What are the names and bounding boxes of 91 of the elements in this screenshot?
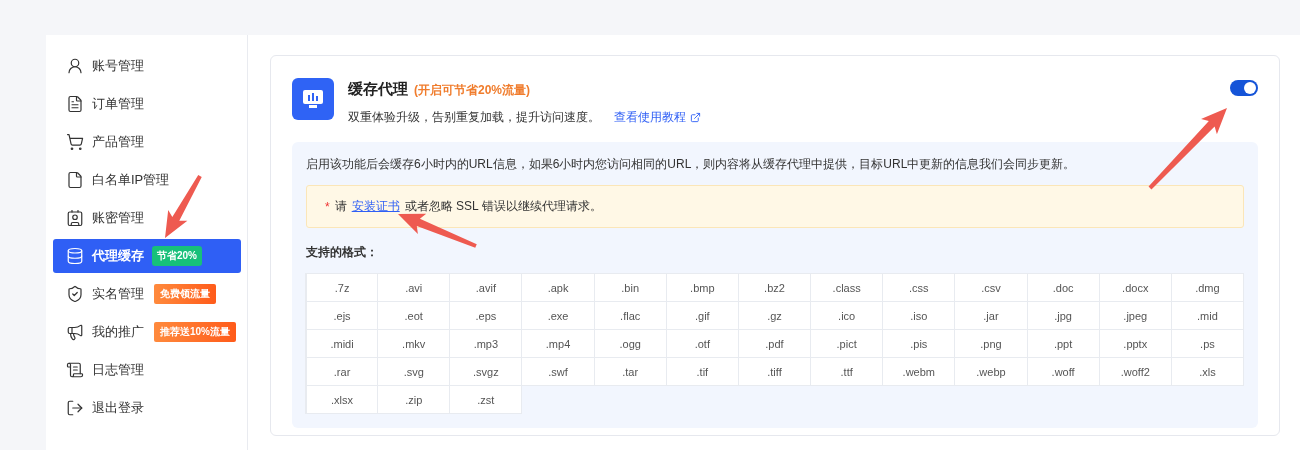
install-certificate-link[interactable]: 安装证书 [351,198,400,215]
toggle-switch[interactable] [1230,80,1258,96]
menu-label: 白名单IP管理 [92,171,170,189]
format-cell: .pdf [738,330,812,358]
menu-label: 订单管理 [92,95,144,113]
format-cell: .mp3 [450,330,523,358]
format-cell: .7z [306,274,379,302]
format-cell: .docx [1099,274,1172,302]
format-cell: .ppt [1027,330,1100,358]
formats-label: 支持的格式： [306,244,379,261]
format-cell: .ps [1171,330,1244,358]
format-cell: .flac [594,302,667,330]
format-cell: .woff2 [1099,358,1172,386]
menu-label: 产品管理 [92,133,144,151]
format-cell: .ico [811,302,884,330]
sidebar-item[interactable]: 白名单IP管理 [53,163,241,197]
format-cell: .gif [666,302,739,330]
menu-label: 日志管理 [92,361,144,379]
sidebar-item[interactable]: 产品管理 [53,125,241,159]
description-text: 启用该功能后会缓存6小时内的URL信息，如果6小时内您访问相同的URL，则内容将从缓存代理中提供，目标URL中更新的信息我们会同步更新。 [306,156,1077,173]
promo-tag: 免费领流量 [154,284,216,304]
format-cell: .pptx [1099,330,1172,358]
format-cell: .csv [955,274,1028,302]
format-cell: .woff [1027,358,1100,386]
sidebar-item[interactable]: 日志管理 [53,353,241,387]
required-mark: * [325,199,330,214]
sidebar-item[interactable]: 代理缓存 节省20% [53,239,241,273]
format-cell: .pis [883,330,956,358]
format-cell: .ejs [306,302,379,330]
format-cell: .avi [378,274,451,302]
tutorial-link[interactable]: 查看使用教程 [614,109,701,126]
format-cell: .xls [1171,358,1244,386]
format-cell: .jpeg [1099,302,1172,330]
format-cell: .bmp [666,274,739,302]
format-cell: .iso [883,302,956,330]
format-cell: .avif [450,274,523,302]
format-cell: .gz [738,302,812,330]
format-cell: .pict [811,330,884,358]
format-cell: .zst [450,386,523,414]
format-cell: .dmg [1171,274,1244,302]
sidebar-item[interactable]: 我的推广 推荐送10%流量 [53,315,241,349]
format-cell: .doc [1027,274,1100,302]
format-cell: .xlsx [306,386,379,414]
menu-label: 退出登录 [92,399,144,417]
notice-text: 请 [334,198,347,215]
promo-badge: 节省20% [152,246,202,266]
format-cell: .ogg [594,330,667,358]
format-cell: .jar [955,302,1028,330]
format-cell: .eot [378,302,451,330]
format-cell: .tiff [738,358,812,386]
sidebar-item[interactable]: 实名管理 免费领流量 [53,277,241,311]
title-note: (开启可节省20%流量) [414,83,530,97]
format-cell: .midi [306,330,379,358]
format-cell: .ttf [811,358,884,386]
format-cell: .rar [306,358,379,386]
format-cell: .css [883,274,956,302]
external-link-icon [690,112,701,123]
format-cell: .png [955,330,1028,358]
format-cell: .eps [450,302,523,330]
format-cell: .webp [955,358,1028,386]
format-cell: .mp4 [522,330,595,358]
sidebar-item[interactable]: 退出登录 [53,391,241,425]
format-cell: .mid [1171,302,1244,330]
format-cell: .bz2 [738,274,812,302]
promo-tag: 推荐送10%流量 [154,322,236,342]
menu-label: 账密管理 [92,209,144,227]
format-cell: .tar [594,358,667,386]
format-cell: .exe [522,302,595,330]
format-cell: .mkv [378,330,451,358]
sidebar-item[interactable]: 账号管理 [53,49,241,83]
menu-label: 实名管理 [92,285,144,303]
format-cell: .apk [522,274,595,302]
sidebar-item[interactable]: 订单管理 [53,87,241,121]
format-cell: .otf [666,330,739,358]
format-cell: .class [811,274,884,302]
format-cell: .tif [666,358,739,386]
menu-label: 我的推广 [92,323,144,341]
format-cell: .bin [594,274,667,302]
notice-text: 或者忽略 SSL 错误以继续代理请求。 [404,198,602,215]
card-subtitle: 双重体验升级，告别重复加载，提升访问速度。 [348,109,600,126]
menu-label: 账号管理 [92,57,144,75]
card-title: 缓存代理 [348,80,408,97]
monitor-chart-icon [292,78,334,120]
format-cell: .jpg [1027,302,1100,330]
format-cell: .swf [522,358,595,386]
format-cell: .svg [378,358,451,386]
format-cell: .zip [378,386,451,414]
sidebar-item[interactable]: 账密管理 [53,201,241,235]
menu-label: 代理缓存 [92,247,144,265]
format-cell: .svgz [450,358,523,386]
format-cell: .webm [883,358,956,386]
